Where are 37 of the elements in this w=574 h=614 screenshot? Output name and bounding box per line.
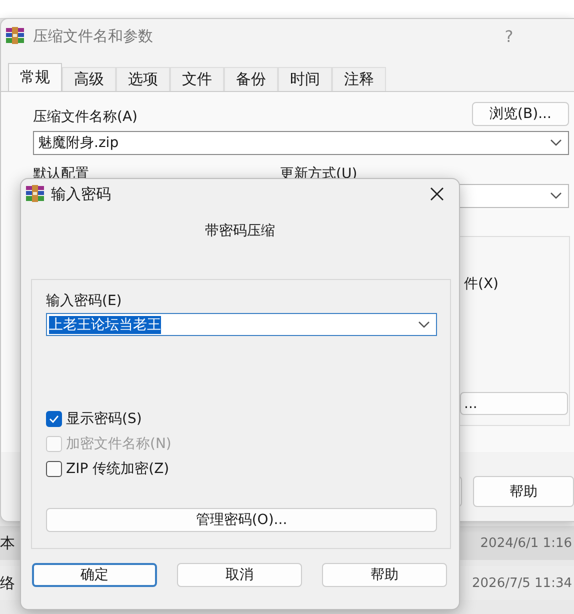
help-button[interactable]: 帮助	[473, 476, 574, 507]
tab[interactable]: 选项	[116, 67, 170, 91]
close-icon	[430, 187, 444, 201]
tab[interactable]: 文件	[170, 67, 224, 91]
chevron-down-icon	[550, 192, 562, 200]
archive-name-field[interactable]: 魅魔附身.zip	[33, 131, 569, 155]
file-date: 2026/7/5 11:34	[472, 576, 573, 590]
tab[interactable]: 时间	[278, 67, 332, 91]
tab[interactable]: 注释	[332, 67, 386, 91]
winrar-icon	[25, 184, 45, 204]
browse-button[interactable]: 浏览(B)...	[472, 102, 569, 126]
file-name: 络	[0, 574, 15, 592]
winrar-icon	[5, 26, 25, 46]
dialog-button[interactable]: 确定	[32, 563, 157, 587]
option-button[interactable]: ...	[460, 392, 568, 415]
chevron-down-icon	[550, 139, 562, 147]
file-date: 2024/6/1 1:16	[480, 536, 573, 550]
dialog-button[interactable]: 取消	[177, 563, 302, 587]
manage-passwords-button[interactable]: 管理密码(O)...	[46, 508, 437, 532]
tab[interactable]: 常规	[8, 63, 62, 91]
window-title: 输入密码	[51, 184, 112, 204]
tab[interactable]: 备份	[224, 67, 278, 91]
password-field[interactable]: 上老王论坛当老王	[46, 313, 437, 336]
dialog-heading: 带密码压缩	[204, 222, 276, 240]
checkbox[interactable]	[46, 461, 62, 477]
chevron-down-icon	[418, 320, 430, 328]
tab[interactable]: 高级	[62, 67, 116, 91]
field-label: 压缩文件名称(A)	[33, 108, 138, 126]
checkbox-option[interactable]: ZIP 传统加密(Z)	[46, 460, 170, 478]
dialog-button[interactable]: 帮助	[322, 563, 447, 587]
checkmark-icon	[49, 415, 59, 423]
option-label: 件(X)	[463, 275, 500, 293]
checkbox[interactable]	[46, 411, 62, 427]
file-name: 本	[0, 534, 15, 552]
checkbox-option[interactable]: 显示密码(S)	[46, 410, 142, 428]
field-label: 输入密码(E)	[46, 292, 123, 310]
window-title: 压缩文件名和参数	[33, 26, 154, 46]
